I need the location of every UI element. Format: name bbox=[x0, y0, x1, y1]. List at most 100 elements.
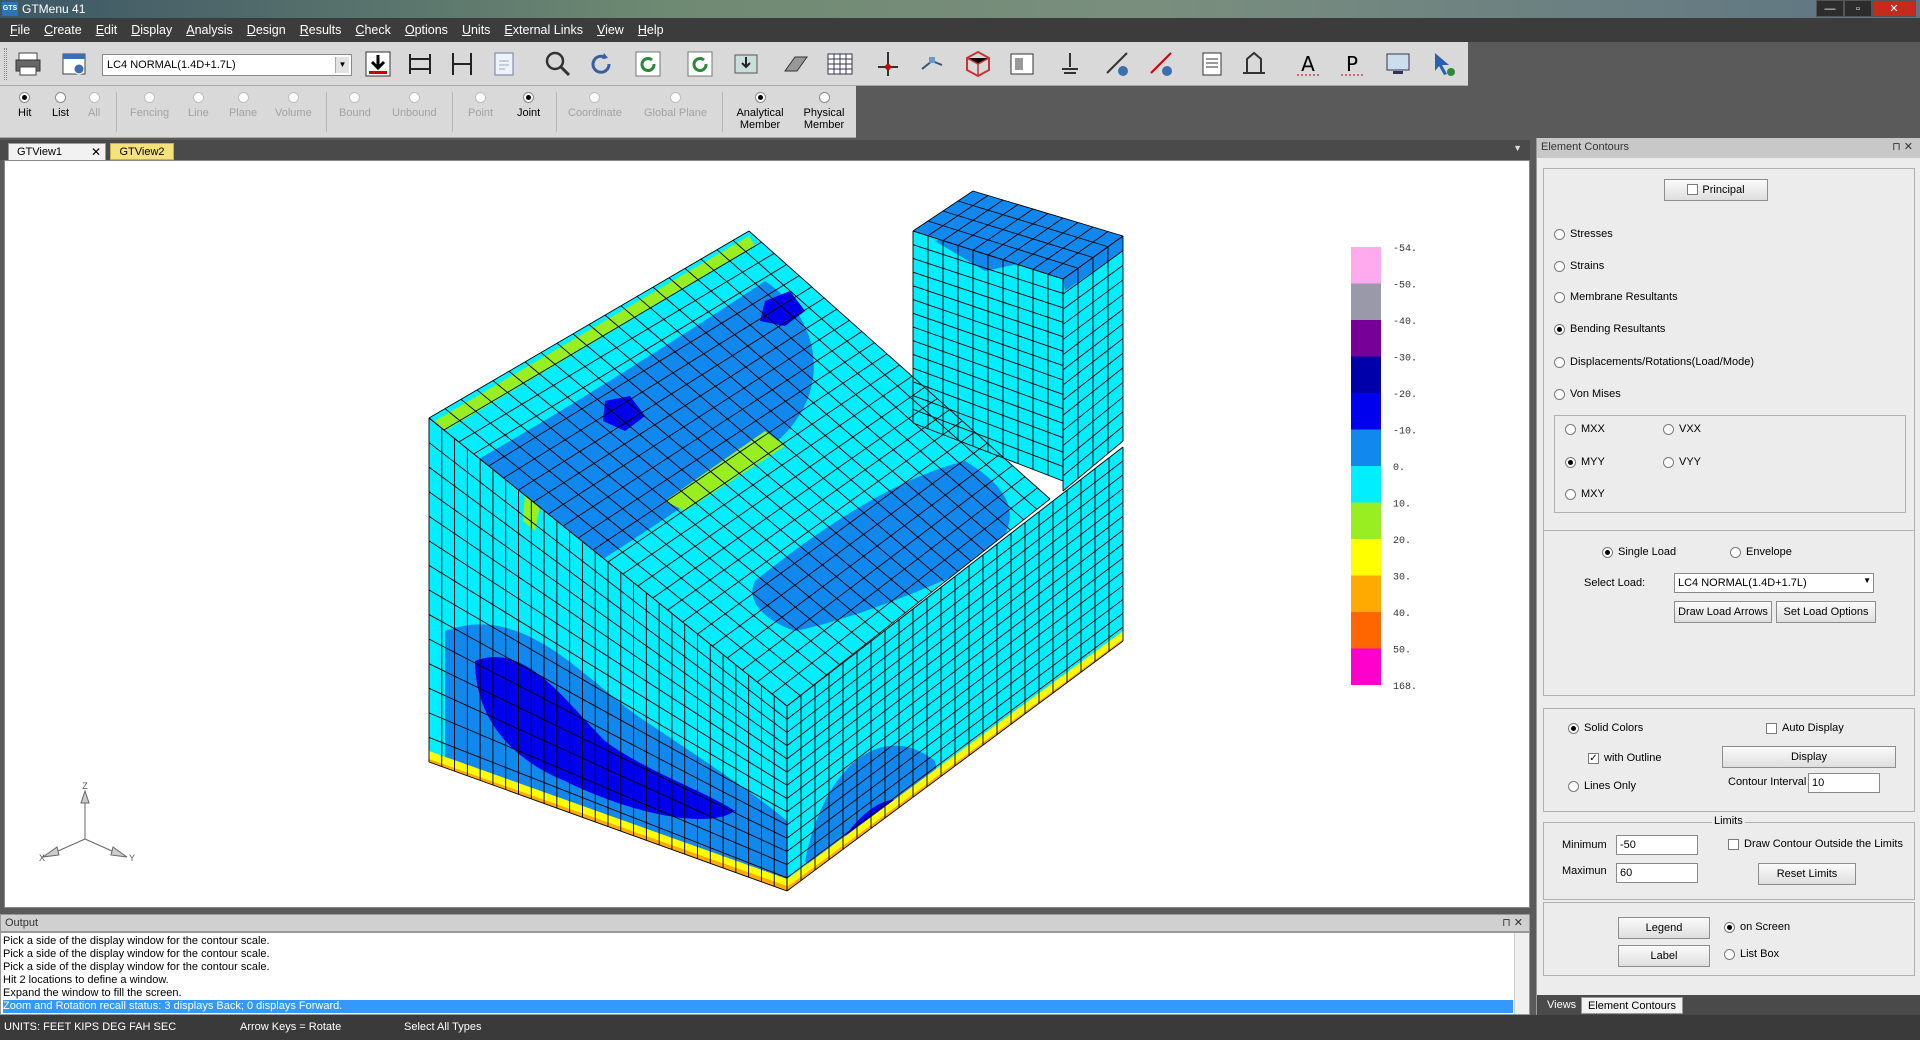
select-volume[interactable]: Volume bbox=[275, 92, 312, 119]
close-button[interactable]: ✕ bbox=[1872, 0, 1916, 17]
select-all[interactable]: All bbox=[88, 92, 100, 119]
analytical-member-radio[interactable] bbox=[754, 92, 766, 103]
von-mises-radio[interactable] bbox=[1554, 389, 1565, 400]
solid-colors-radio[interactable] bbox=[1568, 723, 1579, 734]
select-bound[interactable]: Bound bbox=[339, 92, 371, 119]
cursor-icon[interactable] bbox=[1426, 47, 1462, 81]
structure-icon[interactable] bbox=[1236, 47, 1272, 81]
legend-button[interactable]: Legend bbox=[1618, 917, 1710, 939]
graphics-view[interactable]: -54. -50. -40. -30. -20. -10. 0. 10. 20. 30. 40. 50… bbox=[4, 160, 1530, 908]
frame-icon[interactable] bbox=[402, 47, 438, 81]
rotate-icon[interactable] bbox=[630, 47, 666, 81]
select-analytical-member[interactable]: Analytical Member bbox=[734, 92, 786, 131]
menu-units[interactable]: Units bbox=[462, 23, 490, 37]
chevron-down-icon[interactable]: ▼ bbox=[1863, 576, 1871, 585]
lines-only-radio[interactable] bbox=[1568, 781, 1579, 792]
single-load-radio[interactable] bbox=[1602, 547, 1613, 558]
select-physical-member[interactable]: Physical Member bbox=[800, 92, 848, 131]
point-radio[interactable] bbox=[475, 92, 487, 103]
select-point[interactable]: Point bbox=[468, 92, 493, 119]
select-list[interactable]: List bbox=[52, 92, 69, 119]
menu-options[interactable]: Options bbox=[405, 23, 448, 37]
p-label-icon[interactable]: P bbox=[1334, 47, 1370, 81]
support-icon[interactable] bbox=[1052, 47, 1088, 81]
select-fencing[interactable]: Fencing bbox=[130, 92, 169, 119]
list-box-radio[interactable] bbox=[1724, 949, 1735, 960]
bound-radio[interactable] bbox=[349, 92, 361, 103]
zoom-icon[interactable] bbox=[540, 47, 576, 81]
volume-radio[interactable] bbox=[287, 92, 299, 103]
export-icon[interactable] bbox=[728, 47, 764, 81]
on-screen-radio[interactable] bbox=[1724, 922, 1735, 933]
node-icon[interactable] bbox=[914, 47, 950, 81]
output-scrollbar[interactable] bbox=[1514, 933, 1529, 1014]
mxy-radio[interactable] bbox=[1565, 489, 1576, 500]
set-load-options-button[interactable]: Set Load Options bbox=[1776, 601, 1876, 623]
tabs-dropdown-icon[interactable]: ▼ bbox=[1513, 143, 1522, 153]
member-load-2-icon[interactable] bbox=[1144, 47, 1180, 81]
menu-external-links[interactable]: External Links bbox=[504, 23, 583, 37]
toolbar-grip[interactable] bbox=[4, 48, 7, 80]
vxx-radio[interactable] bbox=[1663, 424, 1674, 435]
tab-views[interactable]: Views bbox=[1541, 997, 1582, 1014]
menu-help[interactable]: Help bbox=[638, 23, 664, 37]
vyy-radio[interactable] bbox=[1663, 457, 1674, 468]
member-load-icon[interactable] bbox=[1100, 47, 1136, 81]
plane-icon[interactable] bbox=[778, 47, 814, 81]
section-icon[interactable] bbox=[1004, 47, 1040, 81]
select-hit[interactable]: Hit bbox=[18, 92, 31, 119]
tab-gtview2[interactable]: GTView2 bbox=[110, 143, 174, 160]
print-icon[interactable] bbox=[10, 47, 46, 81]
download-icon[interactable] bbox=[360, 47, 396, 81]
select-line[interactable]: Line bbox=[188, 92, 209, 119]
with-outline-checkbox[interactable]: ✓ bbox=[1588, 753, 1599, 764]
output-panel[interactable]: Pick a side of the display window for th… bbox=[0, 932, 1530, 1015]
menu-display[interactable]: Display bbox=[131, 23, 172, 37]
panel-window-icons[interactable]: ⊓ ✕ bbox=[1892, 140, 1913, 153]
plane-radio[interactable] bbox=[237, 92, 249, 103]
principal-box[interactable] bbox=[1687, 184, 1699, 195]
dimension-icon[interactable] bbox=[444, 47, 480, 81]
maximum-input[interactable]: 60 bbox=[1616, 863, 1698, 883]
menu-analysis[interactable]: Analysis bbox=[186, 23, 233, 37]
auto-display-checkbox[interactable] bbox=[1766, 723, 1777, 734]
cube-icon[interactable] bbox=[960, 47, 996, 81]
refresh-icon[interactable] bbox=[682, 47, 718, 81]
line-radio[interactable] bbox=[192, 92, 204, 103]
display-button[interactable]: Display bbox=[1722, 746, 1896, 768]
grid-table-icon[interactable] bbox=[822, 47, 858, 81]
mxx-radio[interactable] bbox=[1565, 424, 1576, 435]
close-icon[interactable]: ✕ bbox=[91, 145, 101, 159]
label-button[interactable]: Label bbox=[1618, 945, 1710, 967]
text-icon[interactable]: A bbox=[1290, 47, 1326, 81]
joint-radio[interactable] bbox=[523, 92, 535, 103]
fencing-radio[interactable] bbox=[144, 92, 156, 103]
restore-button[interactable]: ▫ bbox=[1844, 0, 1872, 17]
contour-interval-input[interactable]: 10 bbox=[1808, 773, 1880, 793]
menu-design[interactable]: Design bbox=[247, 23, 286, 37]
select-global-plane[interactable]: Global Plane bbox=[644, 92, 707, 119]
displacements-radio[interactable] bbox=[1554, 357, 1565, 368]
myy-radio[interactable] bbox=[1565, 457, 1576, 468]
global-plane-radio[interactable] bbox=[670, 92, 681, 103]
minimum-input[interactable]: -50 bbox=[1616, 835, 1698, 855]
select-load-dropdown[interactable]: LC4 NORMAL(1.4D+1.7L) ▼ bbox=[1674, 573, 1874, 593]
menu-results[interactable]: Results bbox=[300, 23, 342, 37]
minimize-button[interactable]: — bbox=[1816, 0, 1844, 17]
rotate-ccw-icon[interactable] bbox=[584, 47, 620, 81]
load-case-combo[interactable]: LC4 NORMAL(1.4D+1.7L) ▼ bbox=[102, 54, 352, 76]
select-unbound[interactable]: Unbound bbox=[392, 92, 437, 119]
coordinate-radio[interactable] bbox=[589, 92, 601, 103]
select-joint[interactable]: Joint bbox=[517, 92, 540, 119]
hit-radio[interactable] bbox=[19, 92, 31, 103]
all-radio[interactable] bbox=[88, 92, 100, 103]
axis-icon[interactable] bbox=[870, 47, 906, 81]
principal-checkbox[interactable]: Principal bbox=[1664, 179, 1768, 201]
draw-load-arrows-button[interactable]: Draw Load Arrows bbox=[1674, 601, 1772, 623]
select-coordinate[interactable]: Coordinate bbox=[568, 92, 622, 119]
tab-gtview1[interactable]: GTView1 ✕ bbox=[8, 143, 106, 160]
strains-radio[interactable] bbox=[1554, 261, 1565, 272]
list-icon[interactable] bbox=[1194, 47, 1230, 81]
page-icon[interactable] bbox=[486, 47, 522, 81]
reset-limits-button[interactable]: Reset Limits bbox=[1758, 863, 1856, 885]
